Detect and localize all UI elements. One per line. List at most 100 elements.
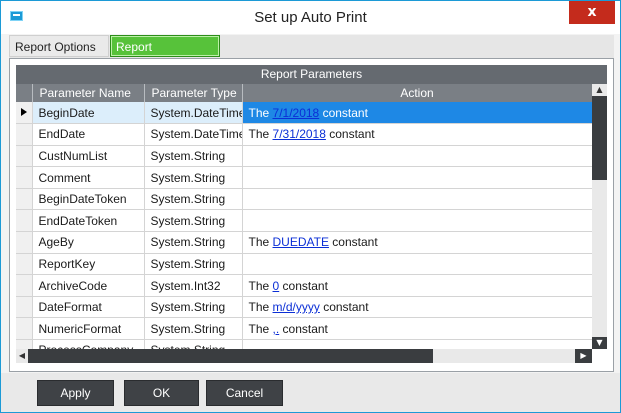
action-prefix: The: [248, 321, 273, 336]
action-value-link[interactable]: m/d/yyyy: [273, 300, 320, 314]
action-prefix: The: [248, 235, 273, 250]
action-value-link[interactable]: DUEDATE: [273, 235, 329, 249]
action-suffix: constant: [319, 300, 369, 315]
table-row[interactable]: DateFormat System.String The m/d/yyyy cons…: [16, 296, 592, 319]
scroll-right-arrow-icon[interactable]: ▶: [575, 349, 592, 363]
parameter-type-cell[interactable]: System.String: [144, 166, 243, 189]
row-selector[interactable]: [16, 253, 33, 276]
parameter-name-cell[interactable]: ProcessCompany: [32, 339, 145, 349]
action-cell[interactable]: The m/d/yyyy constant: [242, 296, 592, 319]
parameter-name-cell[interactable]: CustNumList: [32, 145, 145, 168]
ok-button[interactable]: OK: [124, 380, 199, 406]
action-prefix: The: [248, 105, 273, 120]
row-selector[interactable]: [16, 317, 33, 341]
action-cell[interactable]: The 7/1/2018 constant: [242, 102, 592, 125]
table-row[interactable]: EndDateToken System.String: [16, 209, 592, 233]
action-suffix: constant: [325, 127, 375, 142]
table-row[interactable]: EndDate System.DateTime The 7/31/2018 cons…: [16, 123, 592, 146]
vertical-scrollbar[interactable]: ▲ ▼: [592, 84, 607, 349]
table-row[interactable]: BeginDate System.DateTime The 7/1/2018 con…: [16, 102, 592, 125]
parameter-type-cell[interactable]: System.String: [144, 188, 243, 211]
row-selector-header: [16, 84, 33, 102]
parameters-table: Parameter Name Parameter Type Action Beg…: [16, 84, 592, 349]
parameter-type-cell[interactable]: System.String: [144, 231, 243, 254]
parameter-type-cell[interactable]: System.String: [144, 296, 243, 319]
action-cell[interactable]: [242, 253, 592, 276]
title-bar[interactable]: Set up Auto Print x: [1, 1, 620, 34]
parameter-name-cell[interactable]: BeginDate: [32, 102, 145, 125]
scroll-up-arrow-icon[interactable]: ▲: [592, 84, 607, 96]
parameter-name-cell[interactable]: AgeBy: [32, 231, 145, 254]
action-prefix: The: [248, 278, 273, 293]
table-row[interactable]: NumericFormat System.String The ,. constan…: [16, 317, 592, 341]
table-row[interactable]: ProcessCompanySystem.String: [16, 339, 592, 349]
row-selector[interactable]: [16, 296, 33, 319]
action-cell[interactable]: [242, 188, 592, 211]
cancel-button[interactable]: Cancel: [206, 380, 283, 406]
action-cell[interactable]: [242, 166, 592, 189]
parameter-name-cell[interactable]: EndDateToken: [32, 209, 145, 233]
action-cell[interactable]: The ,. constant: [242, 317, 592, 341]
scroll-left-arrow-icon[interactable]: ◀: [16, 349, 28, 363]
grid-title: Report Parameters: [16, 65, 607, 84]
action-suffix: constant: [328, 235, 378, 250]
row-selector[interactable]: [16, 274, 33, 297]
parameter-name-cell[interactable]: Comment: [32, 166, 145, 189]
action-suffix: constant: [279, 321, 328, 336]
row-selector[interactable]: [16, 209, 33, 233]
action-cell[interactable]: [242, 209, 592, 233]
table-row[interactable]: BeginDateToken System.String: [16, 188, 592, 211]
action-value-link[interactable]: 7/31/2018: [273, 127, 326, 141]
row-selector[interactable]: [16, 231, 33, 254]
table-row[interactable]: Comment System.String: [16, 166, 592, 189]
tab-report-parameters[interactable]: Report Parameters: [110, 35, 220, 76]
parameter-name-cell[interactable]: ReportKey: [32, 253, 145, 276]
row-selector[interactable]: [16, 145, 33, 168]
horizontal-scroll-thumb[interactable]: [28, 349, 433, 363]
parameter-name-cell[interactable]: NumericFormat: [32, 317, 145, 341]
grid-body: BeginDate System.DateTime The 7/1/2018 con…: [16, 102, 592, 349]
table-row[interactable]: ReportKey System.String: [16, 253, 592, 276]
parameter-type-cell[interactable]: System.Int32: [144, 274, 243, 297]
action-value-link[interactable]: 7/1/2018: [273, 106, 320, 120]
close-button[interactable]: x: [569, 1, 615, 24]
action-cell[interactable]: [242, 339, 592, 349]
parameter-name-cell[interactable]: DateFormat: [32, 296, 145, 319]
horizontal-scrollbar[interactable]: ◀ ▶: [16, 349, 592, 363]
action-cell[interactable]: The 0 constant: [242, 274, 592, 297]
table-row[interactable]: AgeBy System.String The DUEDATE constant: [16, 231, 592, 254]
parameter-name-cell[interactable]: EndDate: [32, 123, 145, 146]
action-suffix: constant: [279, 278, 328, 293]
action-cell[interactable]: The DUEDATE constant: [242, 231, 592, 254]
action-cell[interactable]: [242, 145, 592, 168]
action-prefix: The: [248, 127, 273, 142]
app-icon: [10, 11, 23, 21]
parameter-type-cell[interactable]: System.DateTime: [144, 123, 243, 146]
parameter-name-cell[interactable]: ArchiveCode: [32, 274, 145, 297]
parameter-type-cell[interactable]: System.String: [144, 317, 243, 341]
row-selector[interactable]: [16, 166, 33, 189]
tab-report-options[interactable]: Report Options: [9, 35, 109, 57]
row-selector[interactable]: [16, 123, 33, 146]
column-header-parameter-name[interactable]: Parameter Name: [32, 84, 145, 102]
action-cell[interactable]: The 7/31/2018 constant: [242, 123, 592, 146]
column-header-action[interactable]: Action: [242, 84, 592, 102]
row-selector[interactable]: [16, 188, 33, 211]
parameter-type-cell[interactable]: System.String: [144, 145, 243, 168]
parameter-type-cell[interactable]: System.String: [144, 209, 243, 233]
parameter-type-cell[interactable]: System.String: [144, 253, 243, 276]
vertical-scroll-thumb[interactable]: [592, 96, 607, 180]
apply-button[interactable]: Apply: [37, 380, 114, 406]
table-row[interactable]: CustNumList System.String: [16, 145, 592, 168]
table-row[interactable]: ArchiveCode System.Int32 The 0 constant: [16, 274, 592, 297]
row-selector[interactable]: [16, 339, 33, 349]
column-header-parameter-type[interactable]: Parameter Type: [144, 84, 243, 102]
parameter-name-cell[interactable]: BeginDateToken: [32, 188, 145, 211]
action-suffix: constant: [319, 105, 368, 120]
report-parameters-panel: Report Parameters Parameter Name Paramet…: [9, 58, 614, 372]
header-row: Parameter Name Parameter Type Action: [16, 84, 592, 102]
row-selector[interactable]: [16, 102, 33, 125]
parameter-type-cell[interactable]: System.DateTime: [144, 102, 243, 125]
parameter-type-cell[interactable]: System.String: [144, 339, 243, 349]
scroll-down-arrow-icon[interactable]: ▼: [592, 337, 607, 349]
